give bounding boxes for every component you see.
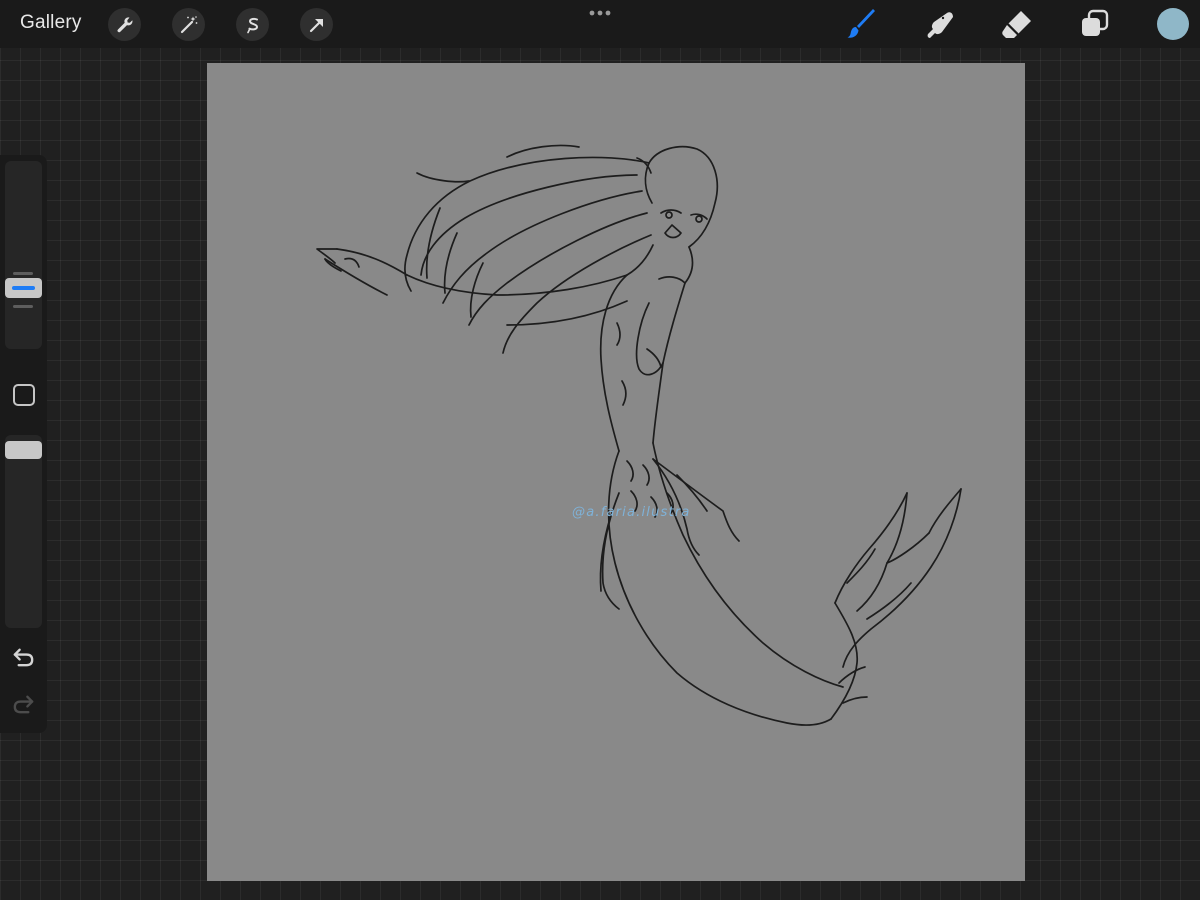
transform-arrow-icon xyxy=(309,18,323,32)
color-picker-swatch[interactable] xyxy=(1157,8,1189,40)
left-sidebar xyxy=(0,155,47,733)
gallery-button[interactable]: Gallery xyxy=(20,12,82,34)
wrench-icon xyxy=(117,16,132,32)
top-toolbar: Gallery xyxy=(0,0,1200,48)
actions-button[interactable] xyxy=(108,8,141,41)
redo-icon[interactable] xyxy=(10,690,37,717)
selection-button[interactable] xyxy=(236,8,269,41)
more-dots-icon[interactable] xyxy=(586,4,614,22)
size-tick-upper xyxy=(13,272,33,275)
opacity-slider[interactable] xyxy=(5,435,42,628)
modify-button[interactable] xyxy=(13,384,35,406)
brush-size-thumb[interactable] xyxy=(5,278,42,298)
size-tick-lower xyxy=(13,305,33,308)
opacity-thumb[interactable] xyxy=(5,441,42,459)
smudge-icon[interactable] xyxy=(923,8,955,40)
brush-icon[interactable] xyxy=(846,8,878,40)
magic-wand-icon xyxy=(180,15,197,33)
selection-icon xyxy=(246,17,258,33)
eraser-icon[interactable] xyxy=(1001,8,1033,40)
drawing-canvas[interactable]: @a.faria.ilustra xyxy=(207,63,1025,881)
transform-button[interactable] xyxy=(300,8,333,41)
adjustments-button[interactable] xyxy=(172,8,205,41)
watermark-text: @a.faria.ilustra xyxy=(572,505,691,520)
undo-icon[interactable] xyxy=(10,643,37,670)
mermaid-sketch xyxy=(316,144,962,726)
layers-icon[interactable] xyxy=(1079,8,1111,40)
brush-size-slider[interactable] xyxy=(5,161,42,349)
